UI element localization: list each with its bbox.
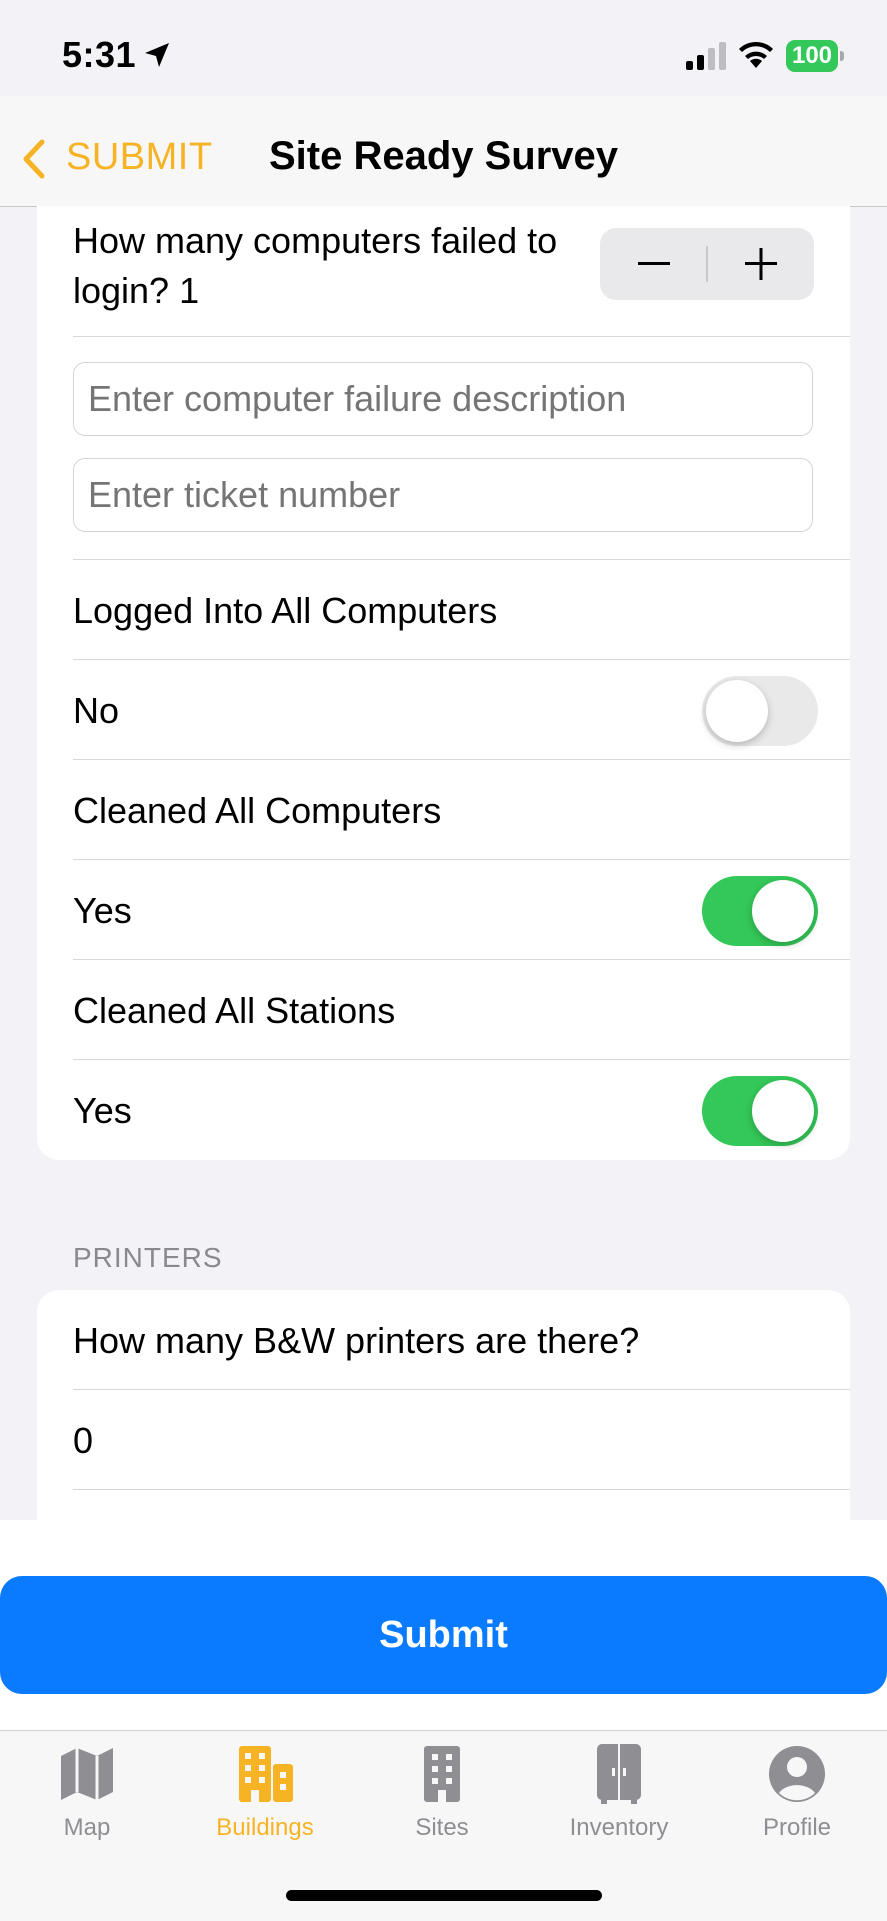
logged-into-all-toggle[interactable] — [702, 676, 818, 746]
tab-inventory-label: Inventory — [569, 1814, 669, 1841]
stepper-plus-button[interactable] — [708, 228, 814, 300]
location-arrow-icon — [145, 43, 169, 67]
tab-sites[interactable]: Sites — [367, 1744, 517, 1842]
tab-map-label: Map — [63, 1814, 111, 1841]
logged-into-all-value: No — [73, 690, 120, 731]
tab-buildings-label: Buildings — [216, 1814, 314, 1841]
submit-button[interactable]: Submit — [0, 1576, 887, 1694]
tab-inventory[interactable]: Inventory — [544, 1744, 694, 1842]
tab-map[interactable]: Map — [12, 1744, 162, 1842]
ticket-number-input[interactable] — [73, 458, 813, 532]
bw-printers-question: How many B&W printers are there? — [73, 1320, 640, 1361]
failure-description-input[interactable] — [73, 362, 813, 436]
inventory-icon — [597, 1744, 641, 1804]
tab-sites-label: Sites — [415, 1814, 469, 1841]
buildings-icon — [239, 1746, 293, 1802]
sites-icon — [424, 1746, 460, 1802]
cleaned-stations-value: Yes — [73, 1090, 132, 1131]
tab-buildings[interactable]: Buildings — [190, 1744, 340, 1842]
failed-login-label: How many computers failed to login? 1 — [73, 220, 558, 311]
failed-login-stepper[interactable] — [600, 228, 814, 300]
cleaned-computers-label: Cleaned All Computers — [73, 790, 442, 831]
printers-section-header: PRINTERS — [73, 1242, 223, 1273]
profile-icon — [769, 1746, 825, 1802]
battery-level: 100 — [786, 40, 838, 72]
bw-printers-value[interactable]: 0 — [73, 1420, 93, 1462]
logged-into-all-label: Logged Into All Computers — [73, 590, 498, 631]
battery-icon: 100 — [786, 40, 844, 72]
cleaned-computers-toggle[interactable] — [702, 876, 818, 946]
minus-icon — [638, 262, 670, 265]
home-indicator — [286, 1890, 602, 1901]
plus-icon — [745, 248, 777, 280]
cleaned-stations-label: Cleaned All Stations — [73, 990, 396, 1031]
wifi-icon — [739, 41, 773, 68]
tab-profile-label: Profile — [762, 1814, 832, 1841]
status-time: 5:31 — [62, 34, 137, 75]
cleaned-stations-toggle[interactable] — [702, 1076, 818, 1146]
page-title: Site Ready Survey — [268, 134, 619, 178]
tab-profile[interactable]: Profile — [722, 1744, 872, 1842]
cellular-signal-icon — [686, 42, 726, 70]
stepper-minus-button[interactable] — [600, 228, 706, 300]
map-icon — [61, 1748, 113, 1800]
cleaned-computers-value: Yes — [73, 890, 132, 931]
